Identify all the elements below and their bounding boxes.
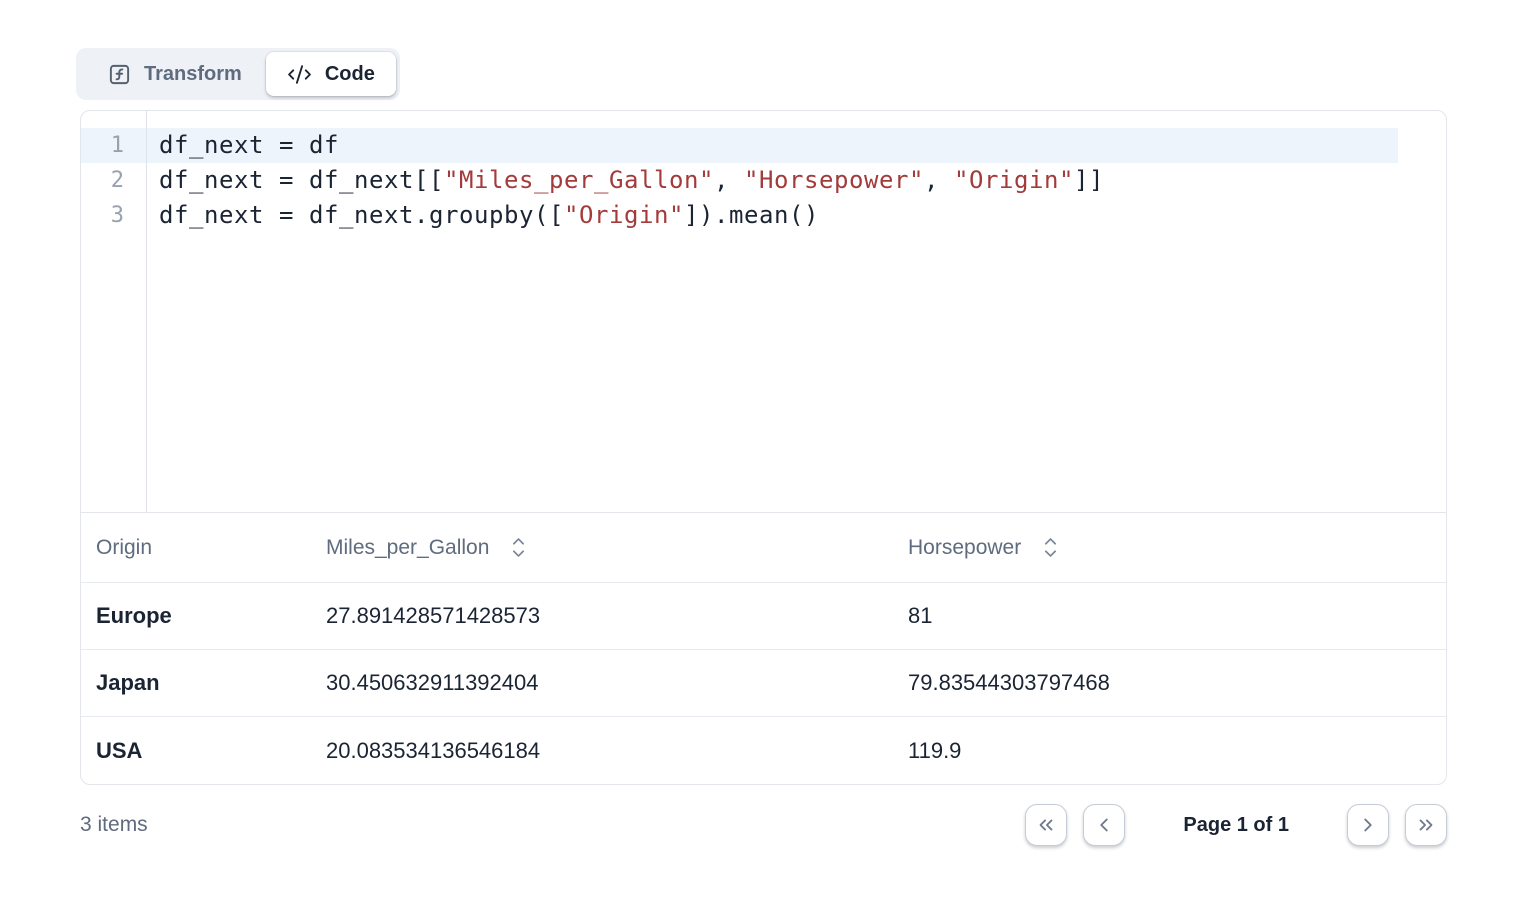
pagination: Page 1 of 1	[1025, 804, 1447, 846]
tab-transform[interactable]: Transform	[80, 52, 266, 96]
chevrons-right-icon	[1415, 814, 1437, 836]
chevron-left-icon	[1093, 814, 1115, 836]
miles-per-gallon-cell: 20.083534136546184	[326, 738, 908, 764]
horsepower-cell: 81	[908, 603, 1446, 629]
page-indicator: Page 1 of 1	[1183, 814, 1289, 837]
origin-cell: USA	[81, 738, 326, 764]
code-line[interactable]: 1df_next = df	[81, 128, 1398, 163]
code-text: df_next = df_next.groupby(["Origin"]).me…	[146, 198, 819, 233]
line-number: 1	[81, 128, 146, 163]
line-number: 2	[81, 163, 146, 198]
previous-page-button[interactable]	[1083, 804, 1125, 846]
code-line[interactable]: 2df_next = df_next[["Miles_per_Gallon", …	[81, 163, 1446, 198]
column-header-label: Miles_per_Gallon	[326, 536, 489, 560]
origin-cell: Europe	[81, 603, 326, 629]
table-row: Japan30.45063291139240479.83544303797468	[81, 650, 1446, 717]
table-row: USA20.083534136546184119.9	[81, 717, 1446, 784]
table-footer: 3 items Page 1 of 1	[80, 804, 1447, 846]
code-line[interactable]: 3df_next = df_next.groupby(["Origin"]).m…	[81, 198, 1446, 233]
tab-transform-label: Transform	[144, 63, 242, 86]
horsepower-cell: 79.83544303797468	[908, 670, 1446, 696]
function-square-icon	[108, 63, 131, 86]
view-toggle: Transform Code	[76, 48, 400, 100]
code-xml-icon	[287, 62, 312, 87]
chevrons-up-down-icon[interactable]	[511, 536, 526, 559]
chevrons-left-icon	[1035, 814, 1057, 836]
tab-code[interactable]: Code	[266, 52, 396, 96]
first-page-button[interactable]	[1025, 804, 1067, 846]
tab-code-label: Code	[325, 63, 375, 86]
table-row: Europe27.89142857142857381	[81, 583, 1446, 650]
code-text: df_next = df	[146, 128, 339, 163]
column-header-horsepower[interactable]: Horsepower	[908, 536, 1446, 560]
column-header-origin: Origin	[81, 536, 326, 560]
chevrons-up-down-icon[interactable]	[1043, 536, 1058, 559]
table-body: Europe27.89142857142857381Japan30.450632…	[81, 583, 1446, 784]
code-and-table-panel: 1df_next = df2df_next = df_next[["Miles_…	[80, 110, 1447, 785]
chevron-right-icon	[1357, 814, 1379, 836]
result-table: Origin Miles_per_Gallon Horsepower	[81, 513, 1446, 784]
next-page-button[interactable]	[1347, 804, 1389, 846]
gutter-divider	[146, 111, 147, 512]
column-header-miles-per-gallon[interactable]: Miles_per_Gallon	[326, 536, 908, 560]
miles-per-gallon-cell: 30.450632911392404	[326, 670, 908, 696]
code-lines: 1df_next = df2df_next = df_next[["Miles_…	[81, 128, 1446, 233]
miles-per-gallon-cell: 27.891428571428573	[326, 603, 908, 629]
last-page-button[interactable]	[1405, 804, 1447, 846]
column-header-label: Horsepower	[908, 536, 1021, 560]
line-number: 3	[81, 198, 146, 233]
horsepower-cell: 119.9	[908, 738, 1446, 764]
column-header-label: Origin	[96, 536, 152, 560]
code-text: df_next = df_next[["Miles_per_Gallon", "…	[146, 163, 1104, 198]
code-editor[interactable]: 1df_next = df2df_next = df_next[["Miles_…	[81, 111, 1446, 513]
origin-cell: Japan	[81, 670, 326, 696]
items-count: 3 items	[80, 813, 148, 837]
table-header-row: Origin Miles_per_Gallon Horsepower	[81, 513, 1446, 583]
